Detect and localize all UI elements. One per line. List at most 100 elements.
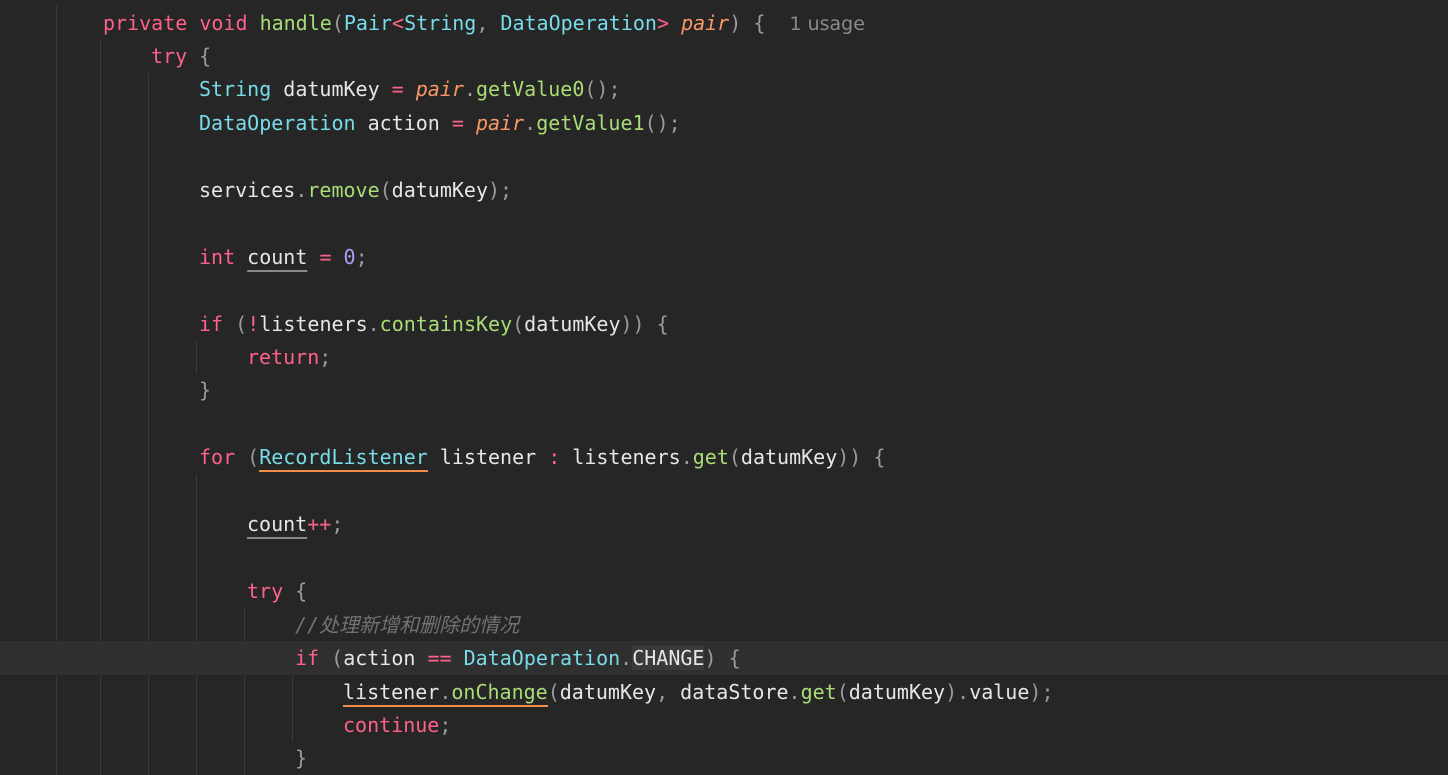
token-op: : xyxy=(548,445,561,470)
token-kw: int xyxy=(199,244,236,269)
token-id xyxy=(331,245,343,269)
code-text: return; xyxy=(247,340,331,374)
code-line-if-change[interactable]: if (action == DataOperation.CHANGE) { xyxy=(0,641,1448,676)
code-line-blank[interactable] xyxy=(0,273,1448,307)
token-kw: if xyxy=(295,646,320,671)
token-punc: { xyxy=(199,43,212,68)
token-kw: try xyxy=(151,43,188,68)
code-line-blank[interactable] xyxy=(0,474,1448,508)
token-id: datumKey xyxy=(391,177,488,202)
token-kw: try xyxy=(247,579,284,604)
token-id: CHANGE xyxy=(632,646,705,671)
code-line-comment[interactable]: //处理新增和删除的情况 xyxy=(0,608,1448,642)
code-text: try { xyxy=(151,39,211,73)
code-line-services-remove[interactable]: services.remove(datumKey); xyxy=(0,173,1448,207)
usage-hint: 1 usage xyxy=(789,12,865,35)
token-id xyxy=(645,312,657,336)
token-id xyxy=(223,312,235,336)
token-punc: } xyxy=(199,378,212,403)
token-fn: getValue0 xyxy=(475,77,585,102)
token-punc: ) xyxy=(704,646,717,671)
token-id xyxy=(187,11,199,35)
code-line-blank[interactable] xyxy=(0,206,1448,240)
code-line-continue[interactable]: continue; xyxy=(0,708,1448,742)
token-id xyxy=(307,245,319,269)
code-line-try[interactable]: try { xyxy=(0,39,1448,73)
code-line-for-loop[interactable]: for (RecordListener listener : listeners… xyxy=(0,440,1448,474)
token-punc: . xyxy=(680,445,693,470)
code-line-datum-key[interactable]: String datumKey = pair.getValue0(); xyxy=(0,72,1448,106)
token-id xyxy=(717,646,729,670)
token-id: action xyxy=(343,646,428,671)
token-punc: ( xyxy=(331,10,344,35)
code-text: services.remove(datumKey); xyxy=(199,173,512,207)
token-id xyxy=(319,646,331,670)
token-kw: if xyxy=(199,311,224,336)
code-text: continue; xyxy=(343,708,451,742)
token-ty: Pair xyxy=(343,10,393,35)
code-line-blank[interactable] xyxy=(0,407,1448,441)
code-line-close-brace[interactable]: } xyxy=(0,373,1448,407)
token-op: ! xyxy=(247,311,260,336)
code-line-blank[interactable] xyxy=(0,139,1448,173)
token-punc: { xyxy=(656,311,669,336)
token-fn: containsKey xyxy=(379,311,513,336)
token-ty: RecordListener xyxy=(259,445,428,473)
token-id: listener xyxy=(343,679,440,707)
token-fn: get xyxy=(800,679,837,704)
token-punc: ( xyxy=(512,311,525,336)
code-line-count-increment[interactable]: count++; xyxy=(0,507,1448,541)
token-punc: ( xyxy=(728,445,741,470)
code-editor[interactable]: private void handle(Pair<String, DataOpe… xyxy=(0,0,1448,775)
code-line-on-change[interactable]: listener.onChange(datumKey, dataStore.ge… xyxy=(0,675,1448,709)
code-line-close-brace[interactable]: } xyxy=(0,741,1448,775)
token-punc: . xyxy=(295,177,308,202)
code-line-blank[interactable] xyxy=(0,541,1448,575)
token-id: listener xyxy=(427,445,549,470)
token-punc: { xyxy=(873,445,886,470)
code-line-return[interactable]: return; xyxy=(0,340,1448,374)
token-id: datumKey xyxy=(559,679,657,704)
token-id: datumKey xyxy=(848,679,946,704)
token-punc: (); xyxy=(584,77,621,102)
token-fn: get xyxy=(692,445,729,470)
token-id: listeners xyxy=(560,445,681,470)
token-punc: ( xyxy=(836,679,849,704)
token-id: datumKey xyxy=(524,311,621,336)
code-line-count-decl[interactable]: int count = 0; xyxy=(0,240,1448,274)
token-param: pair xyxy=(475,110,525,135)
token-punc: ); xyxy=(1029,679,1054,704)
code-text: DataOperation action = pair.getValue1(); xyxy=(199,106,681,140)
token-punc: { xyxy=(728,646,741,671)
token-kw: continue xyxy=(343,712,440,737)
token-kw: for xyxy=(199,445,236,470)
token-id xyxy=(248,11,260,35)
token-punc: ); xyxy=(488,177,513,202)
token-fn: remove xyxy=(307,177,380,202)
token-fn: onChange xyxy=(451,679,548,707)
token-punc: } xyxy=(295,746,308,771)
code-line-inner-try[interactable]: try { xyxy=(0,574,1448,608)
token-param: pair xyxy=(415,77,464,102)
token-op: == xyxy=(427,646,452,671)
token-num: 0 xyxy=(343,244,356,269)
token-punc: ( xyxy=(247,445,260,470)
token-ty: DataOperation xyxy=(463,646,621,671)
token-op: ++ xyxy=(307,512,332,537)
code-line-method-signature[interactable]: private void handle(Pair<String, DataOpe… xyxy=(0,6,1448,40)
token-punc: ). xyxy=(945,679,970,704)
token-id xyxy=(464,111,476,135)
token-id: action xyxy=(355,110,452,135)
token-id xyxy=(187,44,199,68)
code-line-if-contains[interactable]: if (!listeners.containsKey(datumKey)) { xyxy=(0,307,1448,341)
token-op: < xyxy=(392,10,405,35)
token-id xyxy=(404,77,416,101)
code-text: int count = 0; xyxy=(199,240,368,274)
token-punc: ; xyxy=(319,345,332,369)
token-punc: ; xyxy=(439,712,452,737)
token-punc: . xyxy=(524,110,537,135)
token-id: datumKey xyxy=(271,77,392,102)
token-ty: String xyxy=(404,10,477,35)
code-line-action[interactable]: DataOperation action = pair.getValue1(); xyxy=(0,106,1448,140)
token-kw: private xyxy=(103,10,188,35)
